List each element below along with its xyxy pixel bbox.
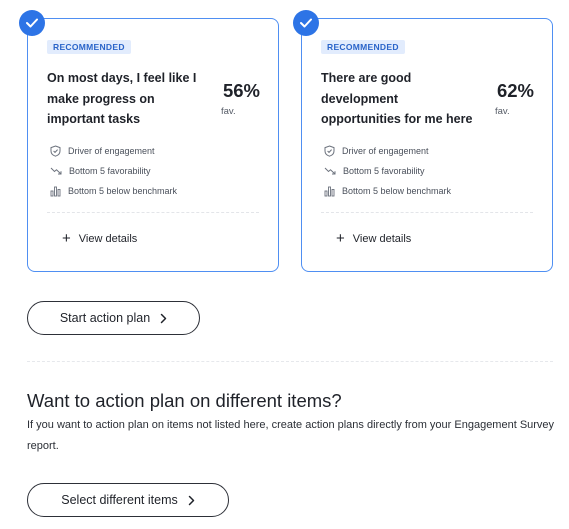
card-divider (47, 212, 259, 213)
chevron-right-icon (160, 313, 167, 323)
view-details-link[interactable]: + View details (336, 230, 412, 247)
trend-down-icon (324, 167, 336, 175)
item-question: On most days, I feel like I make progres… (47, 71, 197, 126)
recommended-badge: RECOMMENDED (321, 40, 405, 54)
selected-checkmark-icon[interactable] (293, 10, 319, 36)
metric-driver: Driver of engagement (324, 145, 429, 157)
metric-label: Bottom 5 favorability (69, 166, 151, 176)
metric-benchmark: Bottom 5 below benchmark (50, 185, 177, 197)
section-description: If you want to action plan on items not … (27, 419, 555, 452)
view-details-link[interactable]: + View details (62, 230, 138, 247)
favorability-label: fav. (221, 106, 236, 117)
metric-label: Driver of engagement (342, 146, 429, 156)
start-action-plan-label: Start action plan (59, 311, 151, 325)
shield-icon (324, 145, 335, 157)
shield-icon (50, 145, 61, 157)
recommended-item-card[interactable]: RECOMMENDED On most days, I feel like I … (19, 10, 279, 272)
view-details-label: View details (352, 233, 412, 245)
metric-label: Bottom 5 below benchmark (342, 186, 452, 196)
favorability-label: fav. (495, 106, 510, 117)
view-details-label: View details (78, 233, 138, 245)
chevron-right-icon (188, 495, 194, 505)
favorability-percent: 56% (222, 80, 260, 101)
select-different-items-label: Select different items (61, 493, 178, 507)
card-divider (321, 212, 533, 213)
metric-favorability: Bottom 5 favorability (50, 165, 151, 177)
favorability-percent: 62% (496, 80, 534, 101)
bar-chart-icon (50, 186, 61, 196)
select-different-items-button[interactable]: Select different items (27, 483, 229, 517)
metric-label: Driver of engagement (68, 146, 155, 156)
bar-chart-icon (324, 186, 335, 196)
metric-driver: Driver of engagement (50, 145, 155, 157)
recommended-badge: RECOMMENDED (47, 40, 131, 54)
section-heading: Want to action plan on different items? (27, 390, 342, 411)
metric-benchmark: Bottom 5 below benchmark (324, 185, 451, 197)
section-divider (27, 361, 553, 362)
recommended-item-card[interactable]: RECOMMENDED There are good development o… (293, 10, 553, 272)
selected-checkmark-icon[interactable] (19, 10, 45, 36)
metric-favorability: Bottom 5 favorability (324, 165, 425, 177)
start-action-plan-button[interactable]: Start action plan (27, 301, 200, 335)
plus-icon: + (62, 230, 71, 247)
metric-label: Bottom 5 below benchmark (68, 186, 178, 196)
trend-down-icon (50, 167, 62, 175)
metric-label: Bottom 5 favorability (343, 166, 425, 176)
item-question: There are good development opportunities… (321, 71, 473, 126)
plus-icon: + (336, 230, 345, 247)
